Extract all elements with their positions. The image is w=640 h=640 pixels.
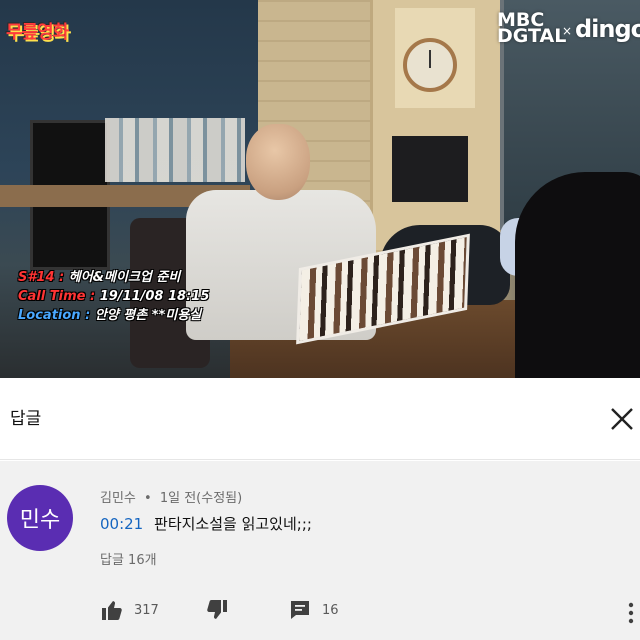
dingo-logo: dingo xyxy=(575,15,640,43)
video-caption: S#14 : 헤어&메이크업 준비 Call Time : 19/11/08 1… xyxy=(18,268,209,325)
video-foreground-hair xyxy=(515,172,640,378)
like-button[interactable]: 317 xyxy=(100,598,159,622)
comment-icon xyxy=(291,601,309,619)
dislike-button[interactable] xyxy=(205,598,229,622)
comment-text: 판타지소설을 읽고있네;;; xyxy=(154,515,312,533)
screen: 무릎영화 MBC DGTAL × dingo S#14 : 헤어&메이크업 준비… xyxy=(0,0,640,640)
caption-location-row: Location : 안양 평촌 **미용실 xyxy=(18,306,209,325)
video-timestamp-link[interactable]: 00:21 xyxy=(100,515,143,533)
replies-panel-title: 답글 xyxy=(10,409,42,429)
reply-count-link[interactable]: 답글 16개 xyxy=(100,549,157,568)
caption-scene-value: 헤어&메이크업 준비 xyxy=(68,270,181,285)
caption-location-value: 안양 평촌 **미용실 xyxy=(94,308,202,323)
video-poster xyxy=(392,136,468,202)
clock-icon xyxy=(403,38,457,92)
caption-calltime-row: Call Time : 19/11/08 18:15 xyxy=(18,287,209,306)
mbc-logo-line2: DGTAL xyxy=(497,25,567,47)
caption-calltime-label: Call Time : xyxy=(18,289,96,304)
comment-meta: 김민수 • 1일 전(수정됨) xyxy=(100,487,242,506)
channel-logo: 무릎영화 xyxy=(6,22,69,43)
replies-panel-header xyxy=(0,378,640,460)
close-button[interactable] xyxy=(606,403,638,435)
video-frame[interactable]: 무릎영화 MBC DGTAL × dingo S#14 : 헤어&메이크업 준비… xyxy=(0,0,640,378)
comment-author[interactable]: 김민수 xyxy=(100,491,136,506)
avatar[interactable]: 민수 xyxy=(7,485,73,551)
reply-button[interactable]: 16 xyxy=(288,598,339,622)
reply-count: 16 xyxy=(322,602,339,618)
brand-separator: × xyxy=(562,24,573,38)
like-count: 317 xyxy=(134,602,159,618)
comment-time: 1일 전(수정됨) xyxy=(159,491,243,506)
video-product-bottles xyxy=(105,118,245,182)
video-person-head xyxy=(246,124,310,200)
more-options-button[interactable] xyxy=(624,600,638,626)
thumbs-down-icon xyxy=(207,600,227,619)
caption-scene-row: S#14 : 헤어&메이크업 준비 xyxy=(18,268,209,287)
close-icon xyxy=(611,408,633,430)
thumbs-up-icon xyxy=(102,601,122,620)
more-vertical-icon xyxy=(628,602,634,624)
caption-location-label: Location : xyxy=(18,308,91,323)
caption-calltime-value: 19/11/08 18:15 xyxy=(99,289,210,304)
mbc-digital-logo: MBC DGTAL xyxy=(497,11,567,47)
comment-text-line: 00:21 판타지소설을 읽고있네;;; xyxy=(100,513,312,534)
caption-scene-label: S#14 : xyxy=(18,270,65,285)
meta-separator: • xyxy=(144,491,152,506)
